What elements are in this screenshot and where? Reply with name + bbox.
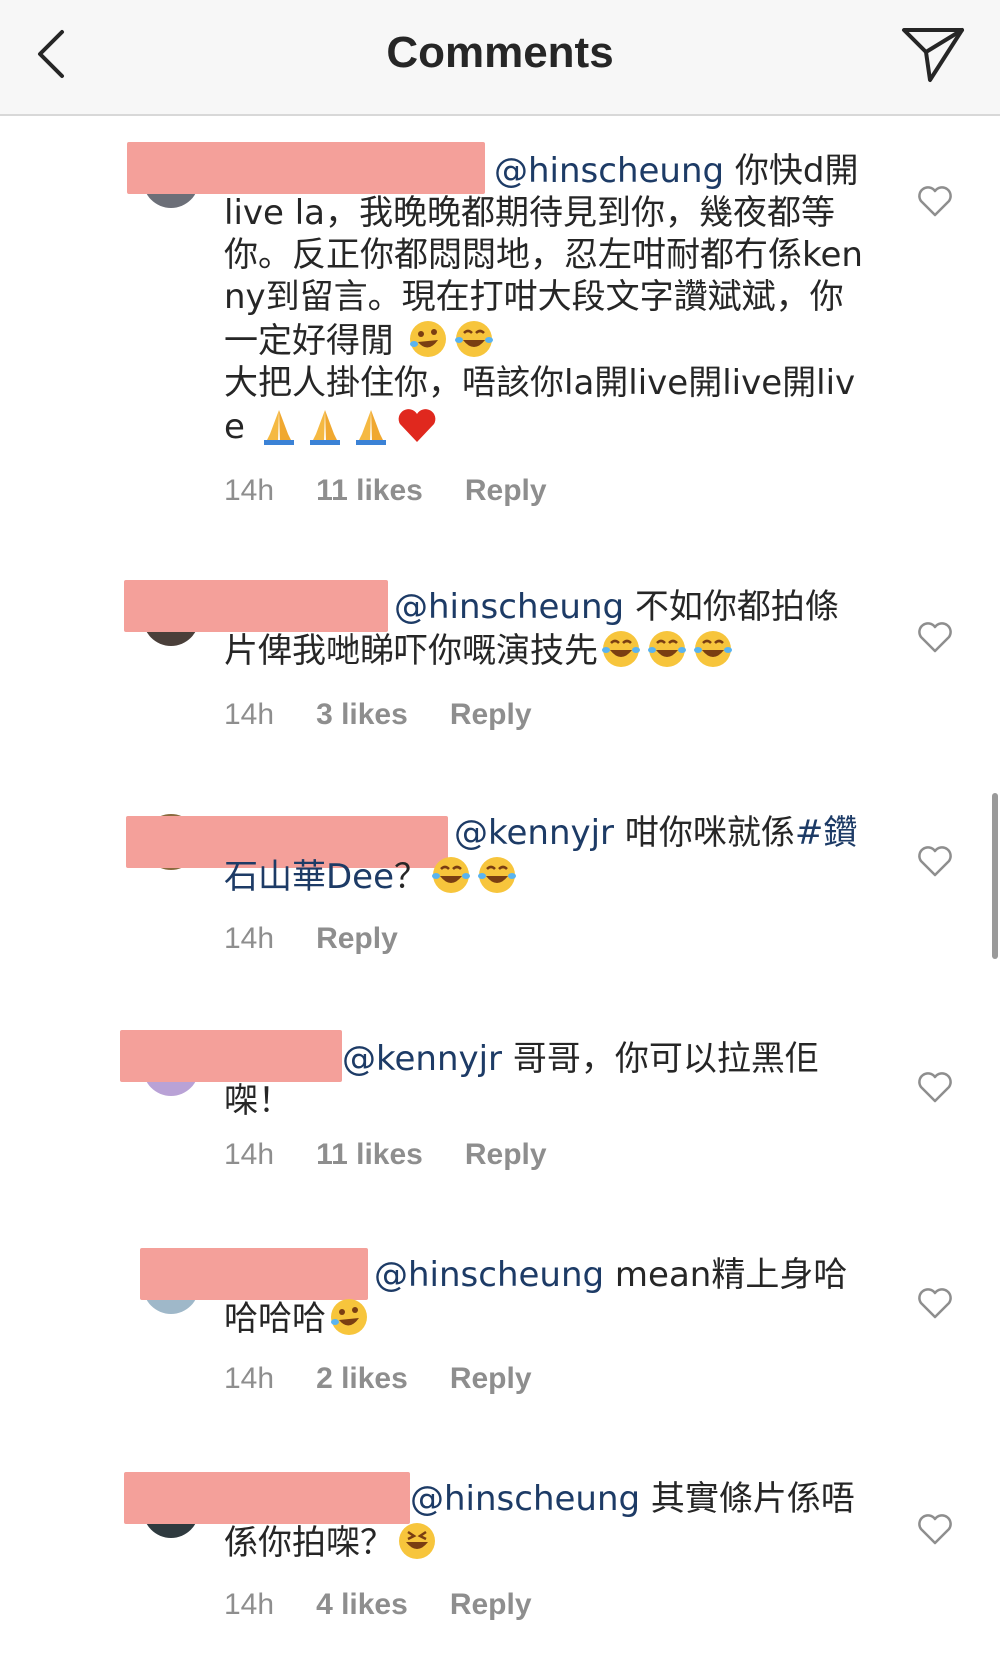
comment-text: @hinscheung 其實條片係唔係你拍㗎？ [224,1479,855,1563]
rofl-emoji-icon [331,1299,367,1335]
comment-text: @kennyjr 咁你咪就係#鑽石山華Dee？ [224,813,858,897]
likes-count[interactable]: 4 likes [316,1588,408,1622]
scrollbar[interactable] [992,793,998,959]
comment-meta: 14h 11 likes Reply [224,1138,589,1172]
comment-meta: 14h 11 likes Reply [224,474,589,508]
heart-outline-icon[interactable] [916,184,954,218]
likes-count[interactable]: 11 likes [316,474,423,508]
timestamp: 14h [224,698,275,731]
joy-emoji-icon [602,631,640,667]
likes-count[interactable]: 2 likes [316,1362,408,1396]
reply-button[interactable]: Reply [465,474,547,508]
heart-outline-icon[interactable] [916,620,954,654]
joy-emoji-icon [432,857,471,893]
comment-text: @kennyjr 哥哥，你可以拉黑佢㗎！ [224,1039,819,1121]
heart-outline-icon[interactable] [916,1070,954,1104]
timestamp: 14h [224,922,275,955]
pray-emoji-icon [355,410,386,445]
comment-text: @hinscheung 你快d開live la，我晚晚都期待見到你，幾夜都等你。… [224,151,863,447]
paper-plane-icon[interactable] [898,22,968,86]
header-bar: Comments [0,0,1000,116]
red-heart-emoji-icon [398,409,436,442]
reply-button[interactable]: Reply [450,698,532,732]
likes-count[interactable]: 11 likes [316,1138,423,1172]
reply-button[interactable]: Reply [450,1588,532,1622]
comment-text: @hinscheung mean精上身哈哈哈哈 [224,1255,848,1339]
mention-link[interactable]: @hinscheung [374,1255,604,1295]
joy-emoji-icon [478,857,517,893]
comment-meta: 14h 4 likes Reply [224,1588,574,1622]
comment-text: @hinscheung 不如你都拍條片俾我哋睇吓你嘅演技先 [224,587,839,671]
mention-link[interactable]: @hinscheung [494,151,724,191]
likes-count[interactable]: 3 likes [316,698,408,732]
heart-outline-icon[interactable] [916,1512,954,1546]
timestamp: 14h [224,1588,275,1621]
rofl-emoji-icon [409,321,446,357]
heart-outline-icon[interactable] [916,1286,954,1320]
timestamp: 14h [224,1138,275,1171]
laughing-emoji-icon [399,1523,435,1559]
pray-emoji-icon [309,410,340,445]
page-title: Comments [386,28,614,77]
comment-meta: 14h 2 likes Reply [224,1362,574,1396]
timestamp: 14h [224,474,275,507]
timestamp: 14h [224,1362,275,1395]
joy-emoji-icon [454,321,493,357]
heart-outline-icon[interactable] [916,844,954,878]
mention-link[interactable]: @kennyjr [342,1039,502,1079]
joy-emoji-icon [694,631,732,667]
reply-button[interactable]: Reply [316,922,398,956]
reply-button[interactable]: Reply [450,1362,532,1396]
reply-button[interactable]: Reply [465,1138,547,1172]
joy-emoji-icon [648,631,686,667]
comment-meta: 14h 3 likes Reply [224,698,574,732]
mention-link[interactable]: @kennyjr [454,813,614,853]
comment-meta: 14h Reply [224,922,440,956]
pray-emoji-icon [263,410,294,445]
mention-link[interactable]: @hinscheung [394,587,624,627]
mention-link[interactable]: @hinscheung [410,1479,640,1519]
